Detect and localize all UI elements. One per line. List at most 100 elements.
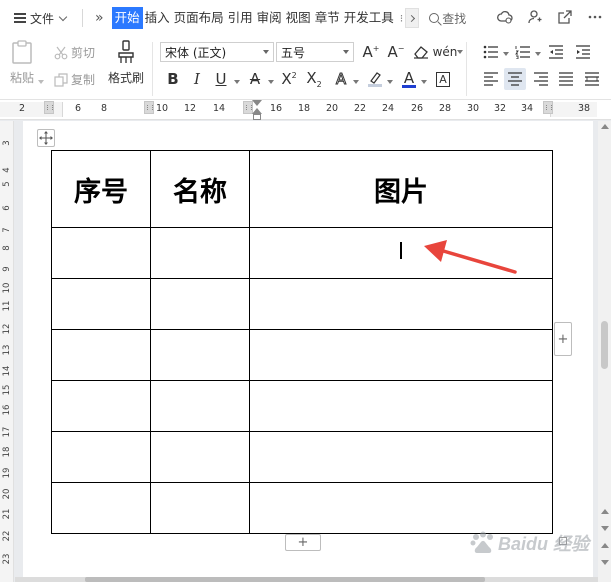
table-cell[interactable] bbox=[51, 329, 151, 381]
justify-button[interactable] bbox=[555, 68, 577, 90]
ruler-column-marker[interactable] bbox=[44, 101, 54, 114]
paste-dropdown-icon[interactable] bbox=[38, 80, 44, 84]
table-cell[interactable] bbox=[150, 329, 250, 381]
chevron-right-icon[interactable] bbox=[405, 8, 420, 28]
font-color-dropdown-icon[interactable] bbox=[421, 80, 427, 84]
table-cell[interactable] bbox=[249, 482, 553, 534]
tab-section[interactable]: 章节 bbox=[313, 7, 342, 29]
table-cell[interactable] bbox=[51, 278, 151, 330]
table-cell[interactable] bbox=[249, 278, 553, 330]
bullets-button[interactable] bbox=[480, 41, 502, 63]
italic-button[interactable]: I bbox=[186, 68, 208, 90]
document-area[interactable]: 序号 名称 图片 + + bbox=[15, 121, 598, 577]
header-cell-name[interactable]: 名称 bbox=[150, 150, 250, 228]
tab-insert[interactable]: 插入 bbox=[143, 7, 172, 29]
scroll-up-icon[interactable] bbox=[601, 124, 609, 129]
format-painter-button[interactable]: 格式刷 bbox=[108, 40, 144, 86]
share-user-icon[interactable] bbox=[527, 9, 543, 25]
horizontal-ruler[interactable]: 2 6 8 10 12 14 16 18 20 22 24 26 28 30 3… bbox=[0, 100, 611, 120]
table-move-handle[interactable] bbox=[37, 129, 55, 147]
expand-chevrons-icon[interactable]: » bbox=[89, 10, 112, 26]
phonetic-guide-button[interactable]: wén bbox=[433, 41, 458, 63]
font-name-select[interactable]: 宋体 (正文) bbox=[160, 42, 274, 62]
chevron-down-icon bbox=[58, 12, 68, 21]
table-cell[interactable] bbox=[249, 329, 553, 381]
align-left-button[interactable] bbox=[480, 68, 502, 90]
scroll-down-icon[interactable] bbox=[601, 560, 609, 565]
highlight-button[interactable] bbox=[364, 68, 386, 90]
tab-references[interactable]: 引用 bbox=[226, 7, 255, 29]
data-table[interactable]: 序号 名称 图片 bbox=[51, 150, 553, 534]
vruler-mark: 12 bbox=[2, 323, 12, 335]
copy-button[interactable]: 复制 bbox=[54, 71, 95, 88]
ruler-mark: 16 bbox=[269, 103, 283, 114]
strikethrough-button[interactable]: A bbox=[244, 68, 266, 90]
font-color-button[interactable]: A bbox=[398, 68, 420, 90]
header-cell-image[interactable]: 图片 bbox=[249, 150, 553, 228]
left-indent-marker[interactable] bbox=[253, 114, 261, 120]
superscript-button[interactable]: X2 bbox=[278, 68, 300, 90]
tab-scroll[interactable]: ⁝ bbox=[400, 8, 420, 28]
cloud-sync-icon[interactable] bbox=[497, 9, 513, 25]
add-row-button[interactable]: + bbox=[285, 534, 321, 551]
bullets-dropdown-icon[interactable] bbox=[503, 52, 509, 56]
align-right-button[interactable] bbox=[530, 68, 552, 90]
table-cell[interactable] bbox=[51, 380, 151, 432]
ruler-column-marker[interactable] bbox=[543, 101, 553, 114]
cut-button[interactable]: 剪切 bbox=[54, 44, 95, 61]
vertical-scrollbar[interactable] bbox=[598, 121, 611, 582]
tab-page-layout[interactable]: 页面布局 bbox=[172, 7, 226, 29]
paste-button[interactable]: 粘贴 bbox=[10, 40, 34, 86]
numbering-button[interactable] bbox=[512, 41, 534, 63]
table-cell[interactable] bbox=[51, 227, 151, 279]
subscript-button[interactable]: X2 bbox=[303, 68, 325, 90]
character-border-button[interactable]: A bbox=[432, 68, 454, 90]
table-cell[interactable] bbox=[51, 482, 151, 534]
horizontal-scrollbar[interactable] bbox=[15, 577, 598, 582]
table-cell[interactable] bbox=[249, 380, 553, 432]
table-cell[interactable] bbox=[150, 482, 250, 534]
table-cell[interactable] bbox=[150, 380, 250, 432]
header-cell-index[interactable]: 序号 bbox=[51, 150, 151, 228]
align-center-button[interactable] bbox=[504, 68, 526, 90]
table-cell[interactable] bbox=[249, 431, 553, 483]
table-cell[interactable] bbox=[51, 431, 151, 483]
more-icon[interactable] bbox=[587, 9, 603, 25]
tab-home[interactable]: 开始 bbox=[111, 7, 143, 29]
distributed-button[interactable] bbox=[581, 68, 603, 90]
bold-button[interactable]: B bbox=[162, 68, 184, 90]
grow-font-button[interactable]: A+ bbox=[360, 41, 382, 63]
clear-format-button[interactable] bbox=[410, 41, 432, 63]
table-cell[interactable] bbox=[150, 431, 250, 483]
share-icon[interactable] bbox=[557, 9, 573, 25]
horizontal-scroll-thumb[interactable] bbox=[85, 577, 485, 582]
file-menu[interactable]: 文件 bbox=[0, 7, 76, 29]
scroll-up-icon[interactable] bbox=[601, 543, 609, 548]
search-box[interactable]: 查找 bbox=[429, 10, 466, 27]
text-effect-button[interactable]: A bbox=[330, 68, 352, 90]
table-cell[interactable] bbox=[150, 278, 250, 330]
text-effect-dropdown-icon[interactable] bbox=[353, 80, 359, 84]
decrease-indent-button[interactable] bbox=[545, 41, 567, 63]
highlight-dropdown-icon[interactable] bbox=[387, 80, 393, 84]
vertical-ruler[interactable]: 3 4 5 6 7 8 9 10 11 12 13 14 15 16 17 18… bbox=[0, 121, 14, 582]
shrink-font-button[interactable]: A− bbox=[385, 41, 407, 63]
tab-developer[interactable]: 开发工具 bbox=[342, 7, 396, 29]
numbering-dropdown-icon[interactable] bbox=[535, 52, 541, 56]
document-page[interactable]: 序号 名称 图片 + + bbox=[23, 121, 593, 577]
increase-indent-button[interactable] bbox=[572, 41, 594, 63]
underline-button[interactable]: U bbox=[210, 68, 232, 90]
strikethrough-dropdown-icon[interactable] bbox=[268, 80, 274, 84]
font-size-select[interactable]: 五号 bbox=[276, 42, 354, 62]
phonetic-dropdown-icon[interactable] bbox=[457, 50, 463, 54]
vertical-scroll-thumb[interactable] bbox=[601, 321, 608, 369]
ruler-column-marker[interactable] bbox=[144, 101, 154, 114]
scroll-up-icon[interactable] bbox=[601, 509, 609, 514]
underline-dropdown-icon[interactable] bbox=[234, 80, 240, 84]
scroll-down-icon[interactable] bbox=[601, 526, 609, 531]
tab-view[interactable]: 视图 bbox=[284, 7, 313, 29]
first-line-indent-marker[interactable] bbox=[252, 100, 262, 106]
tab-review[interactable]: 审阅 bbox=[255, 7, 284, 29]
table-cell[interactable] bbox=[150, 227, 250, 279]
add-column-button[interactable]: + bbox=[554, 322, 572, 356]
